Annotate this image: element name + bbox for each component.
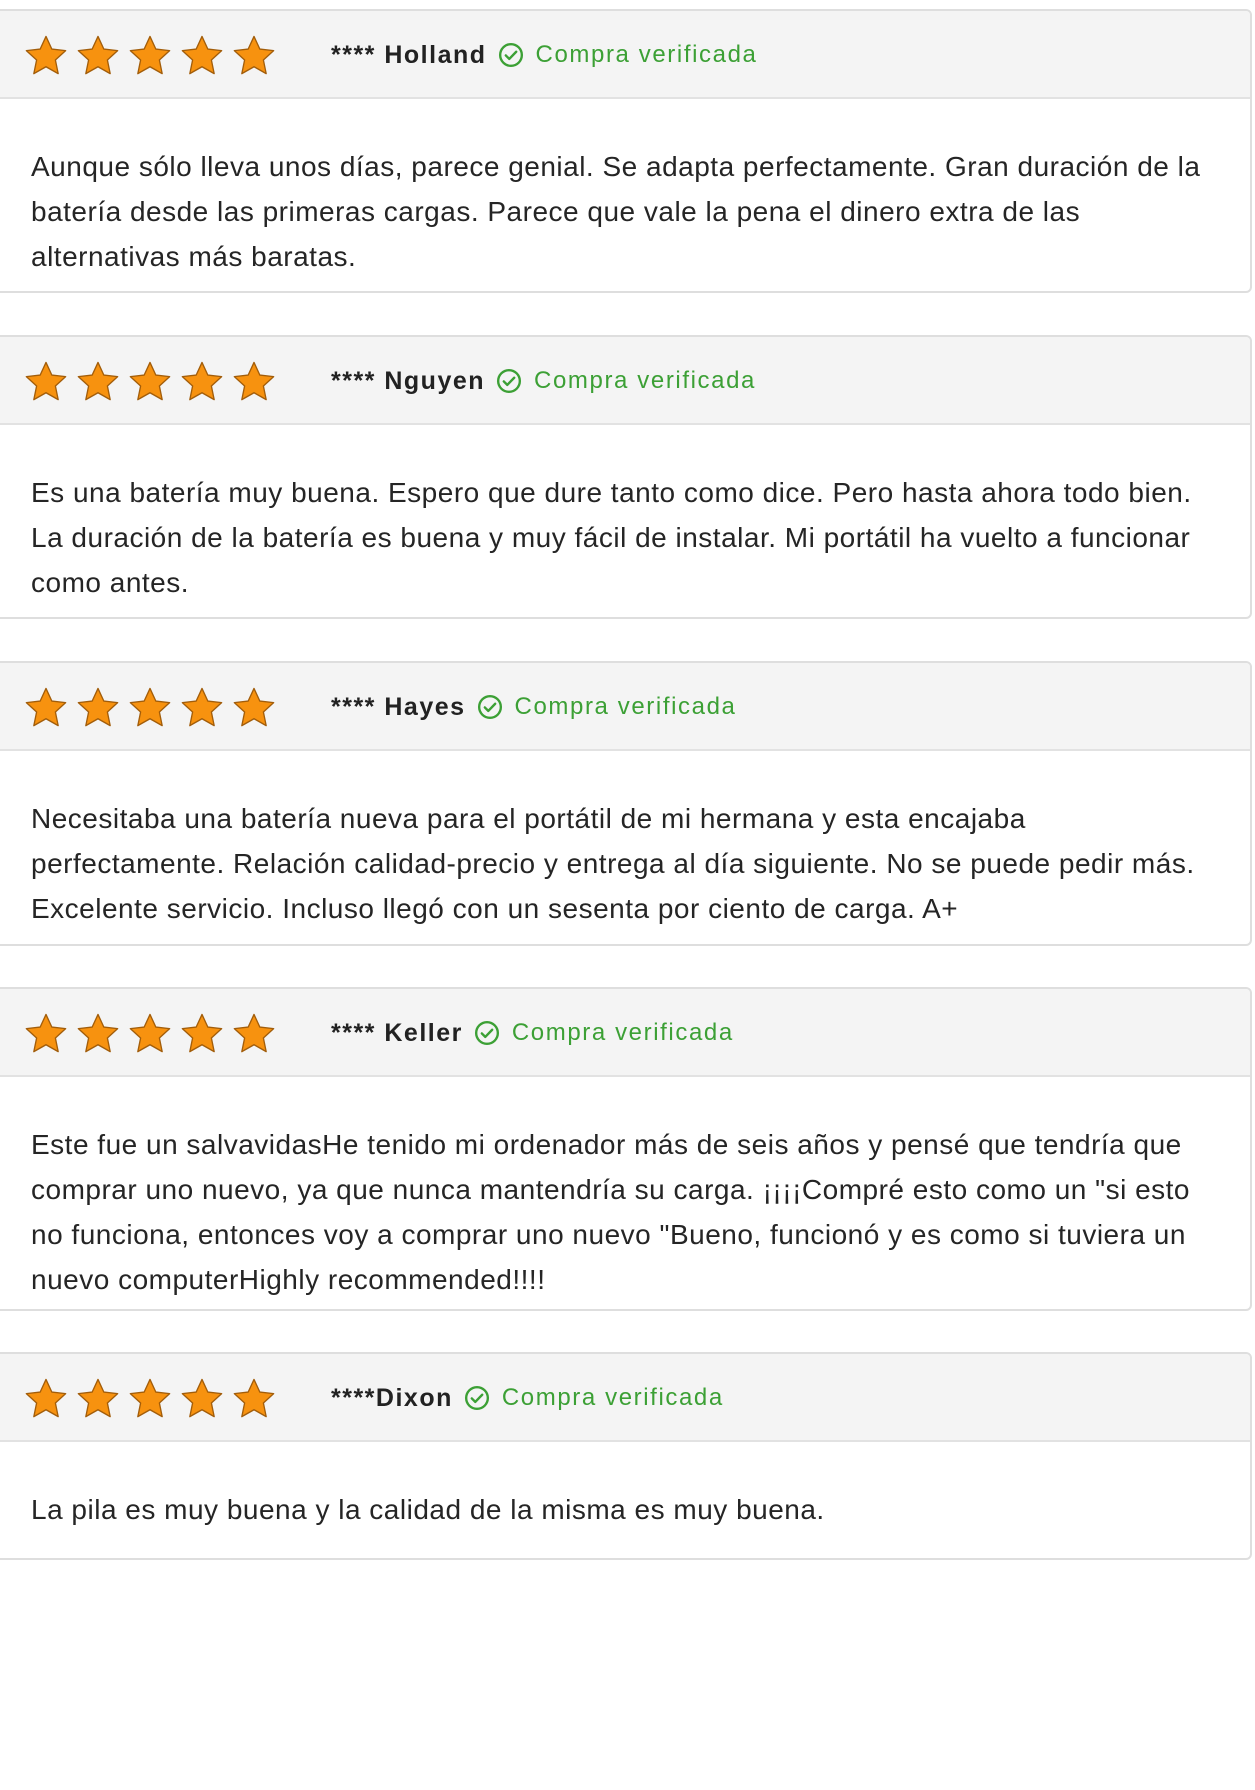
review-text: Es una batería muy buena. Espero que dur… [31, 477, 1192, 598]
star-icon [25, 1378, 67, 1418]
check-circle-icon [498, 42, 523, 68]
reviewer-info: **** Hayes Compra verificada [331, 687, 736, 727]
reviewer-name: **** Holland [331, 40, 487, 69]
star-icon [25, 687, 67, 727]
review-card: **** Holland Compra verificada Aunque só… [0, 9, 1252, 293]
star-icon [25, 361, 67, 401]
review-header: ****Dixon Compra verificada [0, 1354, 1250, 1442]
star-icon [25, 35, 67, 75]
reviewer-info: **** Holland Compra verificada [331, 35, 757, 75]
review-text: Aunque sólo lleva unos días, parece geni… [31, 151, 1201, 272]
star-icon [181, 35, 223, 75]
check-circle-icon [497, 368, 522, 394]
star-icon [181, 687, 223, 727]
check-circle-icon [474, 1020, 499, 1046]
star-icon [181, 1013, 223, 1053]
check-circle-icon [464, 1385, 489, 1411]
verified-badge: Compra verificada [534, 367, 756, 394]
review-text: Necesitaba una batería nueva para el por… [31, 803, 1195, 924]
star-icon [129, 35, 171, 75]
star-icon [233, 361, 275, 401]
reviewer-info: ****Dixon Compra verificada [331, 1378, 724, 1418]
review-header: **** Hayes Compra verificada [0, 663, 1250, 751]
star-icon [77, 35, 119, 75]
star-icon [25, 1013, 67, 1053]
verified-badge: Compra verificada [535, 41, 758, 68]
verified-badge: Compra verificada [511, 1019, 734, 1046]
review-text: La pila es muy buena y la calidad de la … [31, 1494, 825, 1525]
star-icon [129, 1378, 171, 1418]
review-card: **** Keller Compra verificada Este fue u… [0, 987, 1252, 1311]
star-rating [23, 1376, 277, 1422]
star-icon [233, 687, 275, 727]
reviewer-name: **** Hayes [331, 692, 466, 721]
star-rating [23, 1011, 277, 1057]
star-icon [129, 687, 171, 727]
review-text: Este fue un salvavidasHe tenido mi orden… [31, 1129, 1190, 1295]
verified-badge: Compra verificada [501, 1384, 724, 1411]
star-icon [233, 1013, 275, 1053]
star-icon [129, 361, 171, 401]
star-rating [23, 685, 277, 731]
star-rating [23, 359, 277, 405]
star-icon [77, 687, 119, 727]
star-rating [23, 33, 277, 79]
star-icon [181, 361, 223, 401]
reviewer-info: **** Nguyen Compra verificada [331, 361, 756, 401]
review-card: ****Dixon Compra verificada La pila es m… [0, 1352, 1252, 1560]
review-card: **** Nguyen Compra verificada Es una bat… [0, 335, 1252, 619]
star-icon [233, 35, 275, 75]
check-circle-icon [477, 694, 502, 720]
star-icon [233, 1378, 275, 1418]
reviewer-name: ****Dixon [331, 1383, 453, 1412]
star-icon [77, 1013, 119, 1053]
verified-badge: Compra verificada [514, 693, 737, 720]
star-icon [77, 361, 119, 401]
reviewer-name: **** Keller [331, 1018, 463, 1047]
reviewer-info: **** Keller Compra verificada [331, 1013, 734, 1053]
reviewer-name: **** Nguyen [331, 366, 486, 395]
review-header: **** Holland Compra verificada [0, 11, 1250, 99]
review-card: **** Hayes Compra verificada Necesitaba … [0, 661, 1252, 946]
review-header: **** Nguyen Compra verificada [0, 337, 1250, 425]
star-icon [181, 1378, 223, 1418]
review-header: **** Keller Compra verificada [0, 989, 1250, 1077]
star-icon [77, 1378, 119, 1418]
star-icon [129, 1013, 171, 1053]
